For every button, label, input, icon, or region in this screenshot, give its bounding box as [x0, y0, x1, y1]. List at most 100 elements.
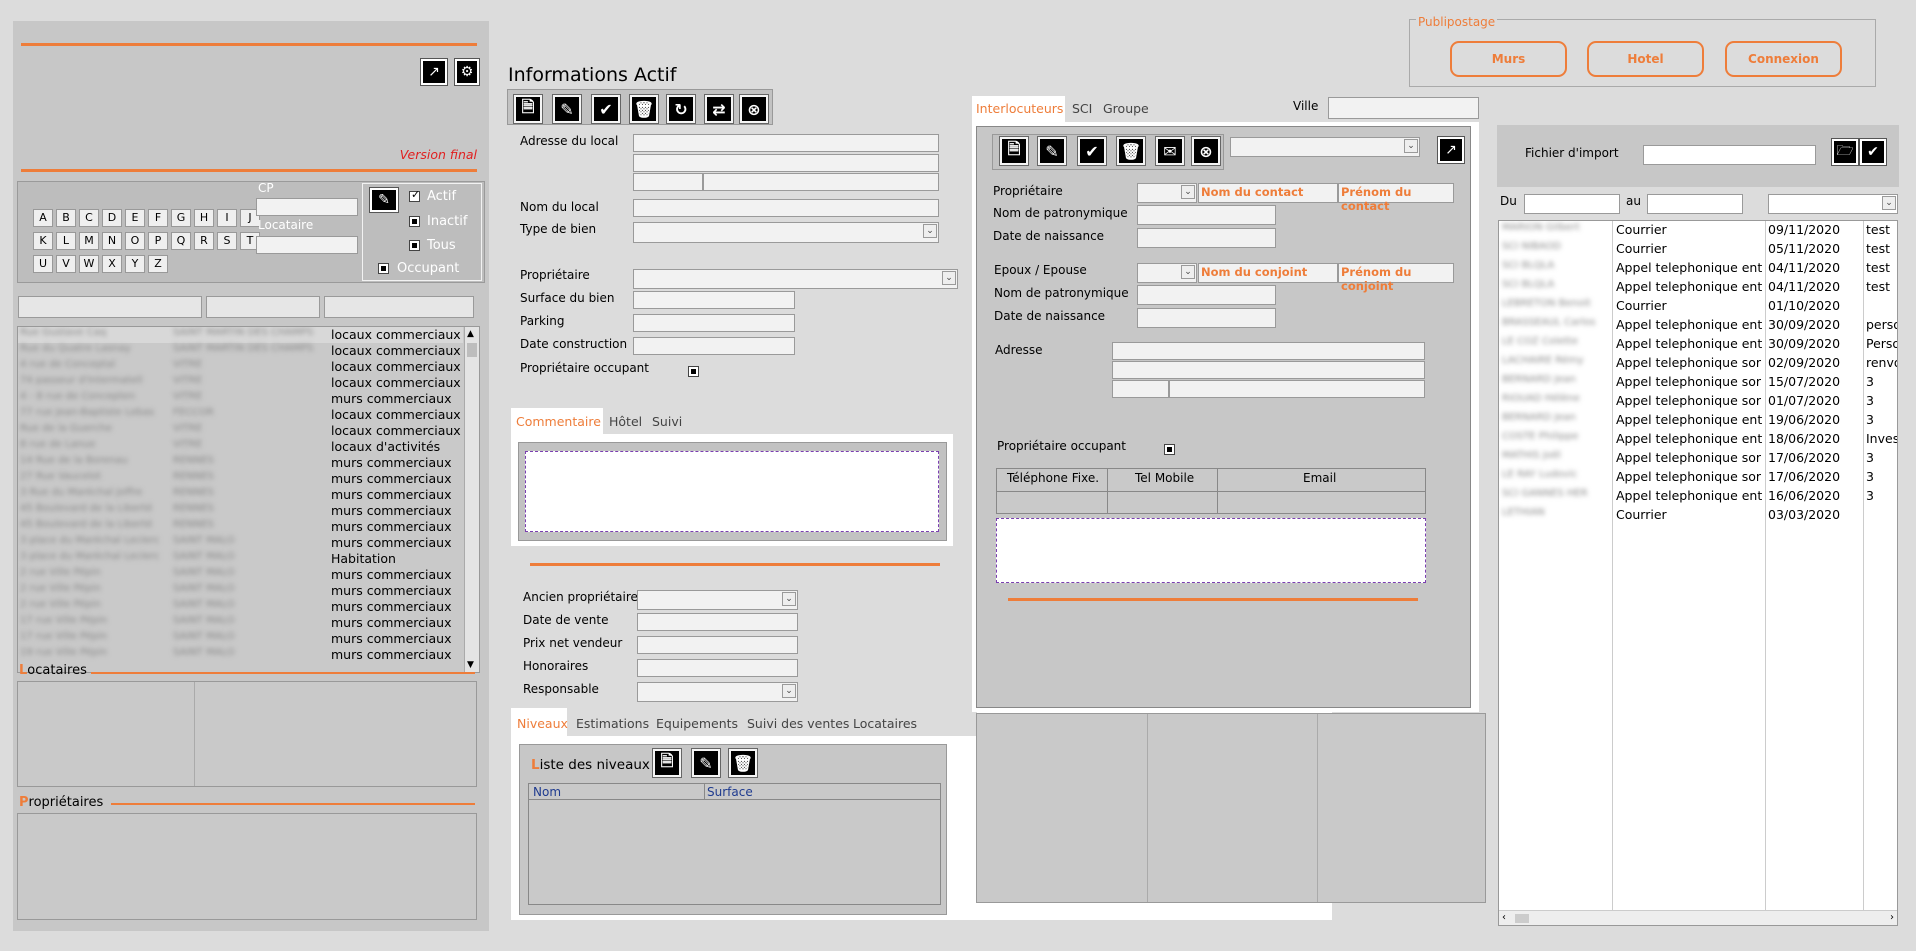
surface-input[interactable]	[633, 291, 795, 309]
chevron-down-icon[interactable]: ⌄	[1404, 139, 1418, 153]
list-item[interactable]: 2 rue Ville Pépin SAINT MALO murs commerci…	[18, 599, 463, 615]
list-item[interactable]: 17 rue Ville Pépin SAINT MALO murs commerc…	[18, 631, 463, 647]
table-row[interactable]: LETHIAN Courrier 03/03/2020	[1499, 506, 1897, 525]
list-item[interactable]: Rue Gustave Caq SAINT MARTIN DES CHAMPS lo…	[18, 327, 463, 343]
chevron-down-icon[interactable]: ⌄	[923, 224, 937, 238]
table-row[interactable]: RIOUAD Hélène Appel telephonique sor 01/07…	[1499, 392, 1897, 411]
close-icon[interactable]: ⊗	[739, 94, 769, 124]
table-row[interactable]: LEBRETON Benoit Courrier 01/10/2020	[1499, 297, 1897, 316]
chevron-down-icon[interactable]: ⌄	[782, 684, 796, 698]
ancien-proprietaire-select[interactable]: ⌄	[637, 590, 798, 610]
adresse-line2[interactable]	[633, 154, 939, 172]
check-icon[interactable]: ✔	[591, 94, 621, 124]
table-row[interactable]: BERNARD Jean Appel telephonique sor 15/07/…	[1499, 373, 1897, 392]
prop-occupant-checkbox[interactable]	[688, 366, 699, 377]
export-icon[interactable]: ↗	[420, 58, 448, 86]
list-item[interactable]: 27 Rue Vaucelot RENNES murs commerciaux	[18, 471, 463, 487]
alpha-button-r[interactable]: R	[194, 232, 214, 250]
tab-sci[interactable]: SCI	[1072, 101, 1092, 116]
inter-adresse-line2[interactable]	[1112, 361, 1425, 379]
tel-fixe-header[interactable]: Téléphone Fixe.	[1007, 471, 1099, 485]
table-row[interactable]: BERNARD Jean Appel telephonique ent 19/06/…	[1499, 411, 1897, 430]
inter-prop-occupant-checkbox[interactable]	[1164, 444, 1175, 455]
alpha-button-s[interactable]: S	[217, 232, 237, 250]
filter-col-2[interactable]	[206, 296, 320, 318]
chevron-down-icon[interactable]: ⌄	[1181, 265, 1195, 279]
alpha-button-w[interactable]: W	[79, 255, 99, 273]
inter-notes-textarea[interactable]	[996, 518, 1426, 583]
parking-input[interactable]	[633, 314, 795, 332]
naissance-input[interactable]	[1137, 228, 1276, 248]
tab-commentaire[interactable]: Commentaire	[516, 414, 601, 429]
tab-locataires[interactable]: Locataires	[853, 716, 917, 731]
comment-textarea[interactable]	[525, 451, 939, 532]
new-doc-icon[interactable]: 🗎	[999, 136, 1029, 166]
table-row[interactable]: BRASSEAUL Carlos Appel telephonique ent 30…	[1499, 316, 1897, 335]
alpha-button-b[interactable]: B	[56, 209, 76, 227]
edit-icon[interactable]: ✎	[1037, 136, 1067, 166]
nom-contact-field[interactable]: Nom du contact	[1198, 183, 1338, 203]
list-item[interactable]: 45 Boulevard de la Liberté RENNES murs com…	[18, 503, 463, 519]
patronyme2-input[interactable]	[1137, 285, 1276, 305]
list-item[interactable]: Rue du Quatre Lasnay SAINT MARTIN DES CHA…	[18, 343, 463, 359]
scroll-left-icon[interactable]: ‹	[1502, 912, 1506, 923]
civilite-conjoint-select[interactable]: ⌄	[1137, 263, 1197, 283]
check-icon[interactable]: ✔	[1859, 138, 1887, 166]
tab-equipements[interactable]: Equipements	[656, 716, 738, 731]
locataire-input[interactable]	[256, 236, 358, 254]
list-item[interactable]: 2 rue Ville Pépin SAINT MALO murs commerci…	[18, 567, 463, 583]
patronyme-input[interactable]	[1137, 205, 1276, 225]
import-file-input[interactable]	[1643, 145, 1816, 165]
table-row[interactable]: SCI GANNES HER Appel telephonique ent 16/0…	[1499, 487, 1897, 506]
tab-estimations[interactable]: Estimations	[576, 716, 649, 731]
alpha-button-d[interactable]: D	[102, 209, 122, 227]
scroll-up-icon[interactable]: ▲	[467, 329, 474, 339]
nom-conjoint-field[interactable]: Nom du conjoint	[1198, 263, 1338, 283]
edit-icon[interactable]: ✎	[552, 94, 582, 124]
check-icon[interactable]: ✔	[1077, 136, 1107, 166]
prenom-conjoint-field[interactable]: Prénom du conjoint	[1338, 263, 1454, 293]
broom-icon[interactable]: ✎	[369, 187, 399, 213]
list-item[interactable]: 8 rue de Lanue VITRE locaux d'activités	[18, 439, 463, 455]
mail-icon[interactable]: ✉	[1155, 136, 1185, 166]
alpha-button-n[interactable]: N	[102, 232, 122, 250]
tous-checkbox[interactable]	[409, 240, 420, 251]
edit-icon[interactable]: ✎	[691, 748, 721, 778]
list-item[interactable]: 3 place du Maréchal Leclerc SAINT MALO mur…	[18, 535, 463, 551]
h-scrollbar[interactable]: ‹ ›	[1499, 910, 1897, 925]
scroll-thumb[interactable]	[1515, 914, 1529, 923]
alpha-button-m[interactable]: M	[79, 232, 99, 250]
trash-icon[interactable]: 🗑	[629, 94, 659, 124]
list-scrollbar[interactable]: ▲ ▼	[464, 327, 479, 672]
table-row[interactable]: MATHIS Joël Appel telephonique sor 17/06/2…	[1499, 449, 1897, 468]
inter-adresse-line1[interactable]	[1112, 342, 1425, 360]
tel-mobile-header[interactable]: Tel Mobile	[1135, 471, 1194, 485]
alpha-button-y[interactable]: Y	[125, 255, 145, 273]
tab-suivi[interactable]: Suivi	[652, 414, 682, 429]
civilite-select[interactable]: ⌄	[1137, 183, 1197, 203]
alpha-button-x[interactable]: X	[102, 255, 122, 273]
scroll-down-icon[interactable]: ▼	[467, 660, 474, 670]
table-row[interactable]: SCI BLQLA Appel telephonique ent 04/11/202…	[1499, 259, 1897, 278]
trash-icon[interactable]: 🗑	[728, 748, 758, 778]
list-item[interactable]: 4 - 8 rue de Concepten VITRE murs commerci…	[18, 391, 463, 407]
filter-col-3[interactable]	[324, 296, 474, 318]
prenom-contact-field[interactable]: Prénom du contact	[1338, 183, 1454, 213]
gear-icon[interactable]: ⚙	[454, 58, 480, 86]
responsable-select[interactable]: ⌄	[637, 682, 798, 702]
alpha-button-g[interactable]: G	[171, 209, 191, 227]
tab-suivi-des-ventes[interactable]: Suivi des ventes	[747, 716, 849, 731]
folder-open-icon[interactable]: 🗁	[1831, 138, 1859, 166]
list-item[interactable]: 17 rue Ville Pépin SAINT MALO murs commerc…	[18, 615, 463, 631]
close-icon[interactable]: ⊗	[1191, 136, 1221, 166]
adresse-ville[interactable]	[703, 173, 939, 191]
tab-niveaux[interactable]: Niveaux	[517, 716, 568, 731]
loading-icon[interactable]: ↻	[666, 94, 696, 124]
list-item[interactable]: 14 Rue de la Borenau RENNES murs commercia…	[18, 455, 463, 471]
tab-interlocuteurs[interactable]: Interlocuteurs	[976, 101, 1063, 116]
type-filter-select[interactable]: ⌄	[1768, 194, 1898, 214]
scroll-thumb[interactable]	[467, 343, 477, 357]
list-item[interactable]: 77 rue Jean-Baptiste Lebas FECCOR locaux c…	[18, 407, 463, 423]
chevron-down-icon[interactable]: ⌄	[782, 592, 796, 606]
alpha-button-f[interactable]: F	[148, 209, 168, 227]
